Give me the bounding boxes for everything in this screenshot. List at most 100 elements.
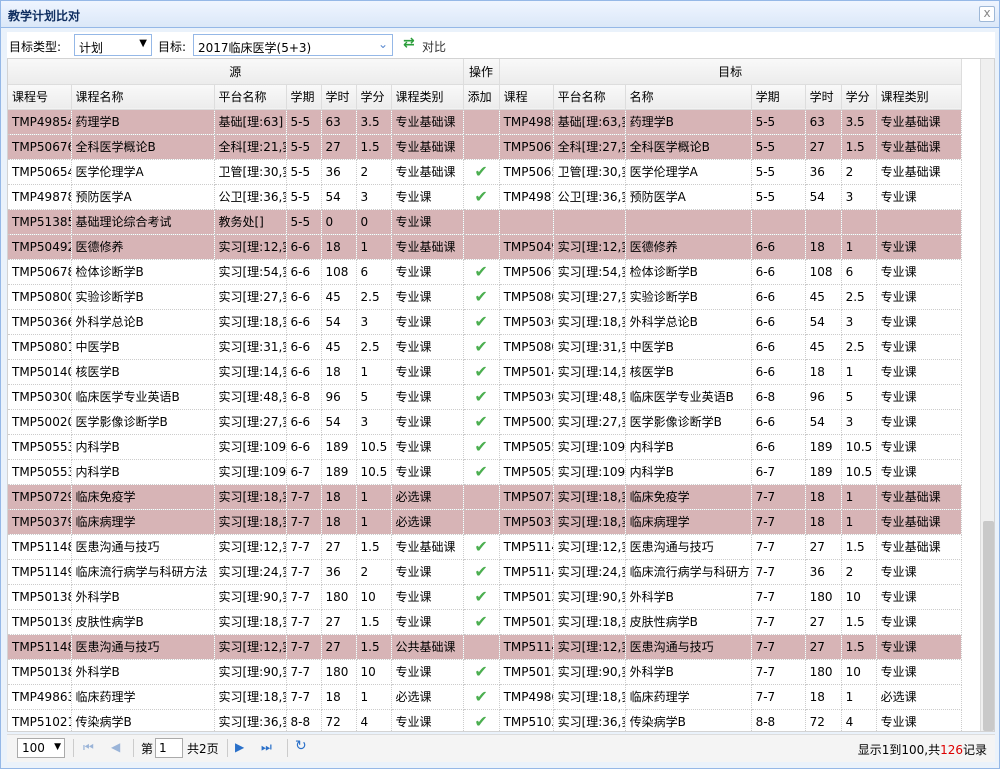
table-cell: 检体诊断学B xyxy=(71,259,215,285)
add-check-icon[interactable]: ✔ xyxy=(463,159,500,185)
scrollbar-thumb[interactable] xyxy=(983,521,994,731)
table-cell: 6-8 xyxy=(751,384,806,410)
table-row[interactable]: TMP50492医德修养实习[理:12,实6-6181专业基础课TMP5049实… xyxy=(8,234,962,260)
add-check-icon[interactable]: ✔ xyxy=(463,534,500,560)
first-page-icon[interactable]: ⏮ xyxy=(83,740,94,755)
table-row[interactable]: TMP50553 内科学B 实习[理:109, 6-6 189 10.5 专业课 ✔ TMP50… xyxy=(8,434,962,460)
table-row[interactable]: TMP51021传染病学B实习[理:36,实8-8724专业课✔TMP5102实… xyxy=(8,709,962,731)
table-cell: 实验诊断学B xyxy=(71,284,215,310)
table-cell: TMP50801 xyxy=(8,334,72,360)
page-number-input[interactable]: 1 xyxy=(155,738,183,758)
column-header[interactable]: 学分 xyxy=(356,84,392,110)
table-cell: 实习[理:18,实 xyxy=(553,484,626,510)
table-row[interactable]: TMP50138外科学B实习[理:90,实7-718010专业课✔TMP5013… xyxy=(8,659,962,685)
table-cell: TMP5114 xyxy=(499,559,554,585)
table-row[interactable]: TMP50300临床医学专业英语B实习[理:48,实6-8965专业课✔TMP5… xyxy=(8,384,962,410)
table-cell: TMP4987 xyxy=(499,184,554,210)
table-row[interactable]: TMP50379临床病理学实习[理:18,实7-7181必选课TMP5037实习… xyxy=(8,509,962,535)
table-row[interactable]: TMP50553 内科学B 实习[理:109, 6-7 189 10.5 专业课 ✔ TMP50… xyxy=(8,459,962,485)
add-check-icon[interactable]: ✔ xyxy=(463,684,500,710)
add-check-icon[interactable]: ✔ xyxy=(463,459,500,485)
table-cell: 3 xyxy=(841,409,877,435)
last-page-icon[interactable]: ⏭ xyxy=(261,740,272,755)
column-header[interactable]: 平台名称 xyxy=(214,84,287,110)
add-check-icon[interactable]: ✔ xyxy=(463,334,500,360)
add-check-icon[interactable]: ✔ xyxy=(463,409,500,435)
add-check-icon[interactable]: ✔ xyxy=(463,709,500,731)
refresh-icon[interactable]: ↻ xyxy=(295,738,307,754)
page-size-select[interactable]: 100 ▼ xyxy=(17,738,65,758)
column-header[interactable]: 添加 xyxy=(463,84,500,110)
table-row[interactable]: TMP50729临床免疫学实习[理:18,实7-7181必选课TMP5072实习… xyxy=(8,484,962,510)
table-row[interactable]: TMP51148医患沟通与技巧实习[理:12,实7-7271.5公共基础课TMP… xyxy=(8,634,962,660)
table-row[interactable]: TMP49863临床药理学实习[理:18,实7-7181必选课✔TMP4986实… xyxy=(8,684,962,710)
vertical-scrollbar[interactable] xyxy=(980,59,994,731)
table-cell: 18 xyxy=(321,484,357,510)
column-header[interactable]: 课程类别 xyxy=(391,84,464,110)
column-header[interactable]: 学分 xyxy=(841,84,877,110)
add-check-icon[interactable]: ✔ xyxy=(463,609,500,635)
add-check-icon[interactable]: ✔ xyxy=(463,559,500,585)
column-header[interactable]: 课程号 xyxy=(8,84,72,110)
table-row[interactable]: TMP51149临床流行病学与科研方法实习[理:24,实7-7362专业课✔TM… xyxy=(8,559,962,585)
add-check-icon[interactable]: ✔ xyxy=(463,359,500,385)
table-row[interactable]: TMP50138外科学B实习[理:90,实7-718010专业课✔TMP5013… xyxy=(8,584,962,610)
compare-button[interactable]: 对比 xyxy=(422,38,446,55)
table-row[interactable]: TMP49854药理学B基础[理:63]5-5633.5专业基础课TMP4985… xyxy=(8,109,962,135)
table-row[interactable]: TMP50800实验诊断学B实习[理:27,实6-6452.5专业课✔TMP50… xyxy=(8,284,962,310)
next-page-icon[interactable]: ▶ xyxy=(235,740,244,754)
table-cell: 72 xyxy=(321,709,357,731)
table-row[interactable]: TMP51148医患沟通与技巧实习[理:12,实7-7271.5专业基础课✔TM… xyxy=(8,534,962,560)
target-type-select[interactable]: 计划 ▼ xyxy=(74,34,152,56)
table-cell: 专业基础课 xyxy=(876,109,962,135)
table-cell: TMP5080 xyxy=(499,284,554,310)
close-button[interactable]: x xyxy=(979,6,995,22)
column-header[interactable]: 学时 xyxy=(805,84,842,110)
table-row[interactable]: TMP50801中医学B实习[理:31,实6-6452.5专业课✔TMP5080… xyxy=(8,334,962,360)
add-check-icon[interactable]: ✔ xyxy=(463,184,500,210)
add-check-icon[interactable]: ✔ xyxy=(463,284,500,310)
column-header[interactable]: 学时 xyxy=(321,84,357,110)
table-cell: 7-7 xyxy=(751,584,806,610)
table-cell: 实习[理:109, xyxy=(214,434,287,460)
table-row[interactable]: TMP50020医学影像诊断学B实习[理:27,实6-6543专业课✔TMP50… xyxy=(8,409,962,435)
add-check-icon[interactable]: ✔ xyxy=(463,584,500,610)
column-header[interactable]: 学期 xyxy=(751,84,806,110)
add-check-icon[interactable]: ✔ xyxy=(463,659,500,685)
add-check-icon[interactable]: ✔ xyxy=(463,259,500,285)
add-check-icon[interactable]: ✔ xyxy=(463,309,500,335)
table-cell: 专业课 xyxy=(391,584,464,610)
table-row[interactable]: TMP51385 基础理论综合考试 教务处[] 5-5 0 0 专业课 xyxy=(8,209,962,235)
table-cell: 5 xyxy=(841,384,877,410)
table-cell: 专业课 xyxy=(391,659,464,685)
table-row[interactable]: TMP50676全科医学概论B全科[理:21,实5-5271.5专业基础课TMP… xyxy=(8,134,962,160)
table-cell: 27 xyxy=(805,534,842,560)
table-cell: 专业基础课 xyxy=(391,159,464,185)
table-cell: 18 xyxy=(321,359,357,385)
table-row[interactable]: TMP50678检体诊断学B实习[理:54,实6-61086专业课✔TMP506… xyxy=(8,259,962,285)
table-row[interactable]: TMP50654医学伦理学A卫管[理:30,实5-5362专业基础课✔TMP50… xyxy=(8,159,962,185)
table-cell: TMP5030 xyxy=(499,384,554,410)
table-cell: 必选课 xyxy=(391,509,464,535)
column-header[interactable]: 课程名称 xyxy=(71,84,215,110)
table-cell: 专业基础课 xyxy=(876,484,962,510)
table-cell: 1 xyxy=(356,484,392,510)
table-cell: TMP5080 xyxy=(499,334,554,360)
target-select[interactable]: 2017临床医学(5+3) ⌄ xyxy=(193,34,393,56)
table-row[interactable]: TMP49878预防医学A公卫[理:36,实5-5543专业课✔TMP4987公… xyxy=(8,184,962,210)
swap-arrows-icon[interactable]: ⇄ xyxy=(403,35,415,51)
table-cell: 4 xyxy=(841,709,877,731)
table-row[interactable]: TMP50140核医学B实习[理:14,实6-6181专业课✔TMP5014实习… xyxy=(8,359,962,385)
add-check-icon[interactable]: ✔ xyxy=(463,434,500,460)
table-row[interactable]: TMP50139皮肤性病学B实习[理:18,实7-7271.5专业课✔TMP50… xyxy=(8,609,962,635)
column-header[interactable]: 课程 xyxy=(499,84,554,110)
column-header[interactable]: 名称 xyxy=(625,84,752,110)
table-row[interactable]: TMP50366外科学总论B实习[理:18,实6-6543专业课✔TMP5036… xyxy=(8,309,962,335)
add-check-icon[interactable]: ✔ xyxy=(463,384,500,410)
prev-page-icon[interactable]: ◀ xyxy=(111,740,120,754)
column-header[interactable]: 课程类别 xyxy=(876,84,962,110)
column-header[interactable]: 学期 xyxy=(286,84,322,110)
column-header[interactable]: 平台名称 xyxy=(553,84,626,110)
table-cell: 实习[理:27,实 xyxy=(553,409,626,435)
dialog-title: 教学计划比对 xyxy=(8,9,81,23)
